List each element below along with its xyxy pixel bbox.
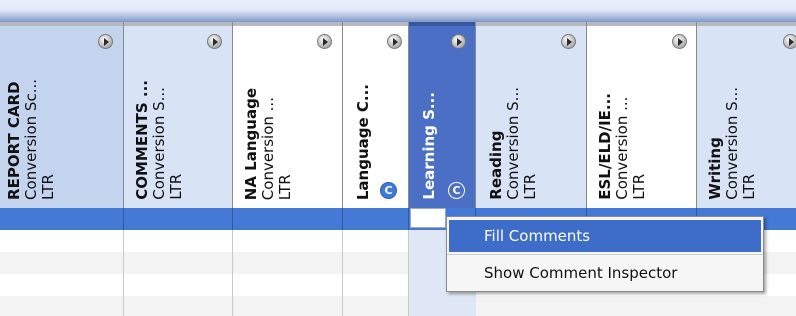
column-header-language-c[interactable]: Language C... C — [343, 22, 409, 208]
column-top-edge — [233, 22, 342, 26]
comment-c-icon[interactable]: C — [448, 182, 465, 199]
column-subtitle: Conversion S... — [504, 87, 522, 200]
arrow-right-circle-icon[interactable] — [783, 34, 796, 49]
table-cell[interactable] — [233, 274, 343, 296]
arrow-right-circle-icon[interactable] — [387, 34, 402, 49]
column-header-reading[interactable]: Reading Conversion S... LTR — [476, 22, 587, 208]
window-titlebar — [0, 0, 796, 22]
table-cell[interactable] — [124, 274, 233, 296]
column-subtitle: Conversion Sc... — [22, 79, 40, 200]
column-direction: LTR — [740, 174, 758, 200]
table-cell[interactable] — [0, 274, 124, 296]
column-top-edge — [343, 22, 408, 26]
column-direction: LTR — [167, 174, 185, 200]
column-top-edge — [124, 22, 232, 26]
column-title: NA Language — [242, 87, 260, 200]
table-cell[interactable] — [343, 274, 409, 296]
column-header-learning-s[interactable]: Learning S... C — [409, 22, 476, 208]
table-cell[interactable] — [233, 296, 343, 316]
column-title: REPORT CARD — [5, 81, 23, 201]
column-subtitle: Conversion ... — [613, 96, 631, 200]
arrow-right-circle-icon[interactable] — [561, 34, 576, 49]
arrow-right-circle-icon[interactable] — [451, 34, 466, 49]
table-cell[interactable] — [0, 208, 124, 230]
column-header-comments[interactable]: COMMENTS ... Conversion S... LTR — [124, 22, 233, 208]
table-cell[interactable] — [0, 296, 124, 316]
table-cell[interactable] — [0, 252, 124, 274]
arrow-right-circle-icon[interactable] — [98, 34, 113, 49]
column-top-edge — [0, 22, 123, 26]
column-subtitle: Conversion S... — [150, 87, 168, 200]
cell-edit-box[interactable] — [410, 208, 446, 228]
column-label: REPORT CARD Conversion Sc... LTR — [5, 79, 57, 201]
column-label: Learning S... — [420, 92, 438, 200]
table-cell[interactable] — [233, 208, 343, 230]
column-top-edge — [587, 22, 696, 26]
arrow-right-circle-icon[interactable] — [672, 34, 687, 49]
comment-c-icon[interactable]: C — [380, 182, 397, 199]
table-cell[interactable] — [233, 230, 343, 252]
column-direction: LTR — [276, 174, 294, 200]
column-header-report-card[interactable]: REPORT CARD Conversion Sc... LTR — [0, 22, 124, 208]
column-label: Language C... — [354, 83, 372, 200]
table-cell[interactable] — [343, 208, 409, 230]
column-header-writing[interactable]: Writing Conversion S... LTR — [697, 22, 796, 208]
column-subtitle: Conversion S... — [723, 87, 741, 200]
table-cell[interactable] — [124, 230, 233, 252]
column-title: Reading — [487, 130, 505, 200]
column-title: Learning S... — [420, 92, 438, 200]
arrow-right-circle-icon[interactable] — [317, 34, 332, 49]
column-header-na-language[interactable]: NA Language Conversion ... LTR — [233, 22, 343, 208]
column-top-edge — [409, 22, 475, 26]
table-cell[interactable] — [124, 296, 233, 316]
table-cell[interactable] — [233, 252, 343, 274]
table-cell[interactable] — [124, 252, 233, 274]
column-title: Writing — [706, 137, 724, 200]
column-header-esl-eld[interactable]: ESL/ELD/IE... Conversion ... LTR — [587, 22, 697, 208]
table-cell[interactable] — [343, 230, 409, 252]
table-cell[interactable] — [343, 252, 409, 274]
column-label: Reading Conversion S... LTR — [487, 87, 539, 200]
column-top-edge — [697, 22, 796, 26]
table-cell[interactable] — [0, 230, 124, 252]
column-title: Language C... — [354, 83, 372, 200]
table-cell[interactable] — [124, 208, 233, 230]
arrow-right-circle-icon[interactable] — [207, 34, 222, 49]
column-label: COMMENTS ... Conversion S... LTR — [133, 80, 185, 200]
context-menu: Fill Comments Show Comment Inspector — [446, 216, 764, 292]
column-label: ESL/ELD/IE... Conversion ... LTR — [596, 93, 648, 200]
column-header-row: REPORT CARD Conversion Sc... LTR COMMENT… — [0, 22, 796, 208]
table-row[interactable] — [0, 296, 796, 316]
column-direction: LTR — [521, 174, 539, 200]
menu-item-fill-comments[interactable]: Fill Comments — [449, 220, 761, 252]
column-direction: LTR — [630, 174, 648, 200]
column-top-edge — [476, 22, 586, 26]
menu-separator — [447, 254, 763, 255]
column-direction: LTR — [39, 174, 57, 200]
menu-item-show-comment-inspector[interactable]: Show Comment Inspector — [449, 257, 761, 289]
column-subtitle: Conversion ... — [259, 96, 277, 200]
column-title: ESL/ELD/IE... — [596, 93, 614, 200]
column-label: Writing Conversion S... LTR — [706, 87, 758, 200]
column-label: NA Language Conversion ... LTR — [242, 87, 294, 200]
table-cell[interactable] — [343, 296, 409, 316]
column-title: COMMENTS ... — [133, 80, 151, 200]
